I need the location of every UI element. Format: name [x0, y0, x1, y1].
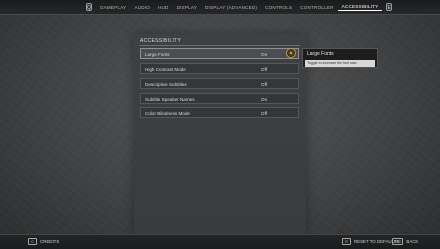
- credits-label: CREDITS: [40, 239, 60, 244]
- credits-key-icon: C: [28, 238, 37, 245]
- top-nav-bar: Q GAMEPLAY AUDIO HUD DISPLAY DISPLAY (AD…: [0, 0, 440, 15]
- tooltip-body: Toggle to increase the font size.: [305, 60, 375, 67]
- setting-label: Large Fonts: [145, 52, 170, 57]
- setting-value: Off: [261, 82, 268, 87]
- section-title: ACCESSIBILITY: [140, 38, 182, 44]
- setting-label: Descriptive Subtitles: [145, 82, 187, 87]
- bottom-hint-bar: C CREDITS R RESET TO DEFAULTS ESC BACK: [0, 234, 440, 249]
- next-tab-key[interactable]: E: [386, 3, 392, 11]
- setting-value: Off: [261, 67, 268, 72]
- reset-defaults-hint[interactable]: R RESET TO DEFAULTS: [342, 238, 399, 245]
- settings-tabs: Q GAMEPLAY AUDIO HUD DISPLAY DISPLAY (AD…: [86, 2, 392, 12]
- setting-row-descriptive-subtitles[interactable]: Descriptive Subtitles Off: [140, 78, 299, 89]
- tab-audio[interactable]: AUDIO: [130, 5, 154, 10]
- credits-hint[interactable]: C CREDITS: [28, 238, 59, 245]
- setting-row-subtitle-speaker-names[interactable]: Subtitle Speaker Names On: [140, 93, 299, 104]
- reset-key-icon: R: [342, 238, 351, 245]
- tab-controls[interactable]: CONTROLS: [261, 5, 296, 10]
- setting-value: On: [261, 97, 268, 102]
- setting-label: Subtitle Speaker Names: [145, 97, 195, 102]
- tab-display-advanced[interactable]: DISPLAY (ADVANCED): [201, 5, 261, 10]
- tab-display[interactable]: DISPLAY: [173, 5, 201, 10]
- setting-value: On: [261, 52, 268, 57]
- prev-tab-key[interactable]: Q: [86, 3, 92, 11]
- tooltip-title: Large Fonts: [307, 51, 334, 57]
- tooltip: Large Fonts Toggle to increase the font …: [302, 48, 378, 68]
- back-label: BACK: [406, 239, 419, 244]
- tab-gameplay[interactable]: GAMEPLAY: [96, 5, 131, 10]
- setting-row-color-blindness[interactable]: Color Blindness Mode Off: [140, 107, 299, 118]
- section-divider: [140, 45, 300, 46]
- tab-list: GAMEPLAY AUDIO HUD DISPLAY DISPLAY (ADVA…: [96, 4, 383, 11]
- setting-value: Off: [261, 111, 268, 116]
- cursor-icon: [286, 48, 296, 58]
- back-key-icon: ESC: [392, 238, 404, 245]
- setting-label: Color Blindness Mode: [145, 111, 190, 116]
- back-hint[interactable]: ESC BACK: [392, 238, 418, 245]
- tab-accessibility[interactable]: ACCESSIBILITY: [337, 4, 383, 11]
- tab-controller[interactable]: CONTROLLER: [296, 5, 337, 10]
- setting-row-high-contrast[interactable]: High Contrast Mode Off: [140, 63, 299, 74]
- setting-label: High Contrast Mode: [145, 67, 186, 72]
- tab-hud[interactable]: HUD: [154, 5, 173, 10]
- setting-row-large-fonts[interactable]: Large Fonts On: [140, 48, 299, 59]
